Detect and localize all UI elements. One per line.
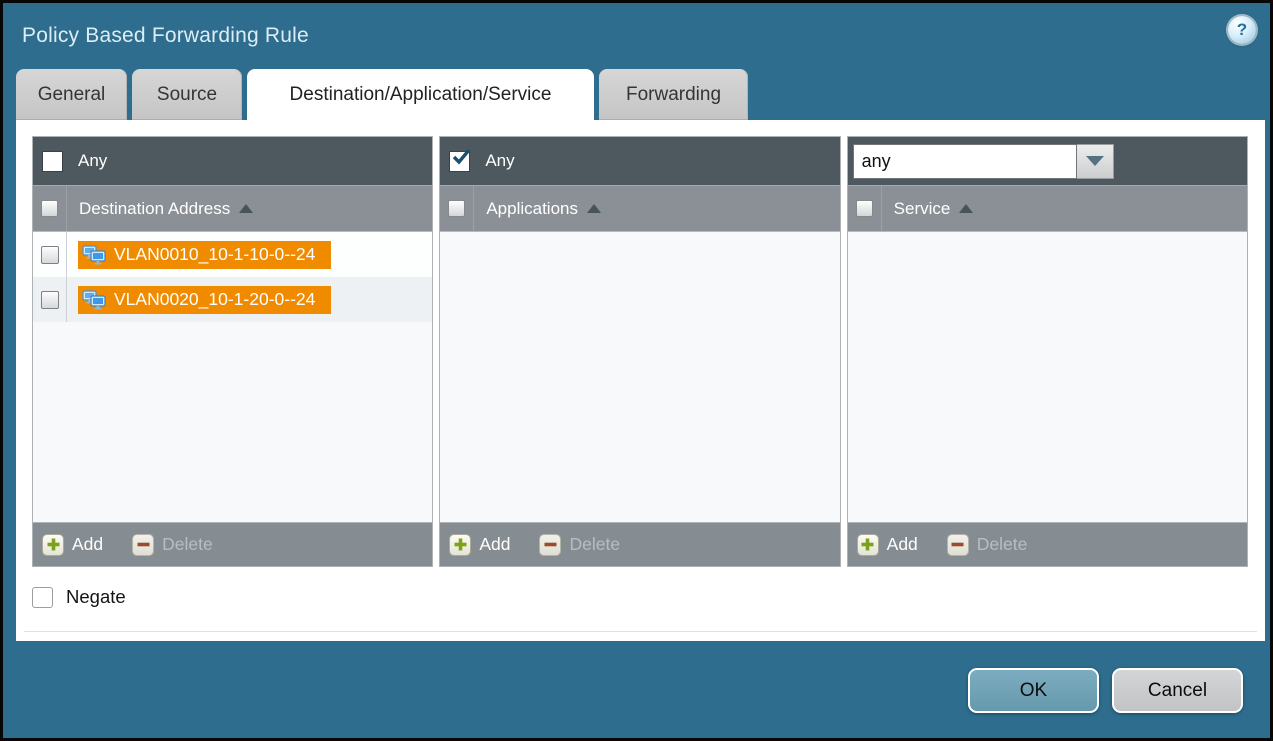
destination-address-header-label: Destination Address bbox=[79, 199, 230, 219]
applications-select-all-checkbox[interactable] bbox=[448, 200, 465, 217]
destination-select-all-checkbox[interactable] bbox=[41, 200, 58, 217]
chevron-down-icon bbox=[1086, 156, 1104, 166]
add-button[interactable]: Add bbox=[449, 534, 510, 556]
row-checkbox[interactable] bbox=[41, 291, 59, 309]
applications-footer-toolbar: Add Delete bbox=[440, 522, 839, 566]
help-icon[interactable]: ? bbox=[1228, 16, 1256, 44]
list-item[interactable]: VLAN0020_10-1-20-0--24 bbox=[33, 277, 432, 322]
sort-ascending-icon bbox=[587, 204, 601, 213]
negate-row: Negate bbox=[32, 586, 1248, 608]
tab-label: Source bbox=[157, 84, 217, 106]
network-address-icon bbox=[82, 290, 107, 310]
delete-button[interactable]: Delete bbox=[539, 534, 620, 556]
applications-any-label: Any bbox=[485, 151, 514, 171]
service-select-all-checkbox[interactable] bbox=[856, 200, 873, 217]
destination-any-checkbox[interactable] bbox=[42, 151, 63, 172]
ok-label: OK bbox=[1020, 680, 1047, 702]
service-header-label: Service bbox=[894, 199, 951, 219]
delete-label: Delete bbox=[977, 534, 1028, 555]
applications-list bbox=[440, 232, 839, 522]
negate-checkbox[interactable] bbox=[32, 587, 53, 608]
tab-source[interactable]: Source bbox=[132, 69, 242, 120]
panel-divider bbox=[24, 631, 1257, 632]
delete-button[interactable]: Delete bbox=[132, 534, 213, 556]
sort-ascending-icon bbox=[239, 204, 253, 213]
destination-address-list: VLAN0010_10-1-10-0--24 bbox=[33, 232, 432, 522]
policy-based-forwarding-dialog: Policy Based Forwarding Rule ? General S… bbox=[0, 0, 1273, 741]
add-label: Add bbox=[72, 534, 103, 555]
network-address-icon bbox=[82, 245, 107, 265]
plus-icon bbox=[42, 534, 64, 556]
plus-icon bbox=[449, 534, 471, 556]
tab-general[interactable]: General bbox=[16, 69, 127, 120]
delete-button[interactable]: Delete bbox=[947, 534, 1028, 556]
tab-forwarding[interactable]: Forwarding bbox=[599, 69, 748, 120]
header-checkbox-cell bbox=[848, 186, 882, 231]
tab-destination-application-service[interactable]: Destination/Application/Service bbox=[247, 69, 594, 120]
tab-label: General bbox=[38, 84, 106, 106]
tab-label: Forwarding bbox=[626, 84, 721, 106]
destination-any-row: Any bbox=[33, 137, 432, 185]
list-item[interactable]: VLAN0010_10-1-10-0--24 bbox=[33, 232, 432, 277]
applications-any-row: Any bbox=[440, 137, 839, 185]
ok-button[interactable]: OK bbox=[968, 668, 1099, 713]
service-dropdown-value[interactable]: any bbox=[853, 144, 1077, 179]
service-footer-toolbar: Add Delete bbox=[848, 522, 1247, 566]
window-titlebar: Policy Based Forwarding Rule ? bbox=[3, 3, 1270, 69]
delete-label: Delete bbox=[569, 534, 620, 555]
tab-content-panel: Any Destination Address bbox=[16, 120, 1265, 641]
delete-label: Delete bbox=[162, 534, 213, 555]
dialog-button-bar: OK Cancel bbox=[3, 668, 1270, 713]
plus-icon bbox=[857, 534, 879, 556]
dialog-title: Policy Based Forwarding Rule bbox=[22, 24, 309, 48]
negate-label: Negate bbox=[66, 586, 126, 608]
destination-address-column-header[interactable]: Destination Address bbox=[33, 185, 432, 232]
add-label: Add bbox=[479, 534, 510, 555]
address-object-label: VLAN0020_10-1-20-0--24 bbox=[114, 289, 315, 310]
add-button[interactable]: Add bbox=[42, 534, 103, 556]
applications-any-checkbox[interactable] bbox=[449, 151, 470, 172]
dropdown-arrow-button[interactable] bbox=[1077, 144, 1114, 179]
header-checkbox-cell bbox=[33, 186, 67, 231]
row-checkbox-cell bbox=[33, 277, 67, 322]
service-dropdown-row: any bbox=[848, 137, 1247, 185]
header-checkbox-cell bbox=[440, 186, 474, 231]
destination-any-label: Any bbox=[78, 151, 107, 171]
cancel-button[interactable]: Cancel bbox=[1112, 668, 1243, 713]
destination-footer-toolbar: Add Delete bbox=[33, 522, 432, 566]
tab-label: Destination/Application/Service bbox=[290, 84, 552, 106]
service-column: any Service bbox=[847, 136, 1248, 567]
row-checkbox[interactable] bbox=[41, 246, 59, 264]
address-object-chip[interactable]: VLAN0020_10-1-20-0--24 bbox=[78, 286, 331, 314]
service-list bbox=[848, 232, 1247, 522]
service-dropdown[interactable]: any bbox=[853, 144, 1114, 179]
row-checkbox-cell bbox=[33, 232, 67, 277]
three-column-layout: Any Destination Address bbox=[32, 136, 1248, 567]
add-button[interactable]: Add bbox=[857, 534, 918, 556]
minus-icon bbox=[947, 534, 969, 556]
applications-header-label: Applications bbox=[486, 199, 578, 219]
tab-bar: General Source Destination/Application/S… bbox=[16, 69, 1270, 120]
minus-icon bbox=[132, 534, 154, 556]
applications-column-header[interactable]: Applications bbox=[440, 185, 839, 232]
add-label: Add bbox=[887, 534, 918, 555]
address-object-label: VLAN0010_10-1-10-0--24 bbox=[114, 244, 315, 265]
cancel-label: Cancel bbox=[1148, 680, 1207, 702]
applications-column: Any Applications Add bbox=[439, 136, 840, 567]
sort-ascending-icon bbox=[959, 204, 973, 213]
help-glyph: ? bbox=[1237, 20, 1247, 40]
address-object-chip[interactable]: VLAN0010_10-1-10-0--24 bbox=[78, 241, 331, 269]
minus-icon bbox=[539, 534, 561, 556]
service-column-header[interactable]: Service bbox=[848, 185, 1247, 232]
destination-address-column: Any Destination Address bbox=[32, 136, 433, 567]
